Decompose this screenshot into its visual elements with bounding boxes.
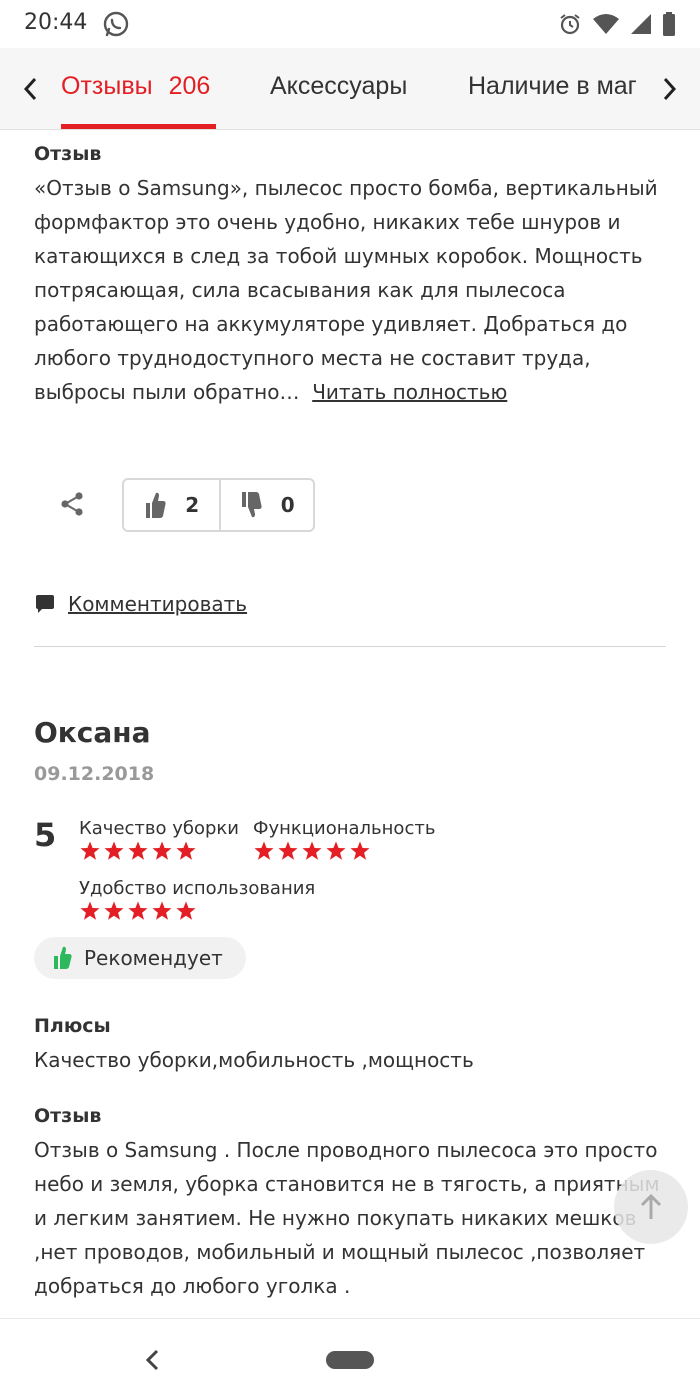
star-icon	[278, 841, 298, 860]
thumbs-down-icon	[241, 492, 262, 518]
read-more-link[interactable]: Читать полностью	[312, 380, 507, 404]
criterion-functionality: Функциональность	[253, 818, 435, 861]
scroll-to-top-button[interactable]	[614, 1170, 688, 1244]
star-icon	[176, 841, 196, 860]
star-rating	[79, 841, 239, 861]
criterion-label: Удобство использования	[79, 878, 316, 899]
star-icon	[128, 841, 148, 860]
dislike-button[interactable]: 0	[218, 480, 314, 530]
criterion-usability: Удобство использования	[79, 878, 315, 921]
review-label: Отзыв	[34, 1105, 102, 1127]
signal-icon	[631, 14, 651, 34]
status-time: 20:44	[24, 10, 88, 35]
review-label: Отзыв	[34, 143, 102, 165]
vote-box: 2 0	[122, 478, 315, 532]
like-count: 2	[185, 493, 200, 517]
star-icon	[254, 841, 274, 860]
overall-score: 5	[34, 816, 57, 854]
comment-icon	[36, 595, 54, 613]
alarm-icon	[560, 14, 580, 35]
star-rating	[253, 841, 435, 861]
review-divider	[34, 646, 666, 647]
criterion-label: Качество уборки	[79, 818, 240, 839]
active-tab-indicator	[61, 124, 216, 129]
status-bar: 20:44	[0, 0, 700, 48]
like-button[interactable]: 2	[124, 480, 219, 530]
comment-row[interactable]: Комментировать	[34, 592, 247, 616]
comment-link[interactable]: Комментировать	[68, 592, 247, 616]
tab-scroll-right-button[interactable]	[655, 74, 685, 104]
star-icon	[104, 901, 124, 920]
recommend-badge: Рекомендует	[34, 937, 246, 979]
star-icon	[80, 841, 100, 860]
tab-bar: Отзывы 206 Аксессуары Наличие в маг	[0, 48, 700, 130]
whatsapp-icon	[103, 11, 129, 37]
wifi-icon	[593, 14, 619, 34]
review-text: «Отзыв о Samsung», пылесос просто бомба,…	[34, 171, 674, 409]
star-icon	[302, 841, 322, 860]
criterion-label: Функциональность	[253, 818, 436, 839]
review-body: «Отзыв о Samsung», пылесос просто бомба,…	[34, 176, 658, 404]
tab-reviews[interactable]: Отзывы 206	[61, 72, 210, 101]
star-icon	[104, 841, 124, 860]
recommend-label: Рекомендует	[84, 946, 223, 970]
criterion-cleaning-quality: Качество уборки	[79, 818, 239, 861]
review-text: Отзыв о Samsung . После проводного пылес…	[34, 1138, 660, 1298]
chevron-left-icon	[23, 77, 37, 101]
back-icon[interactable]	[140, 1345, 166, 1375]
arrow-up-icon	[640, 1193, 662, 1219]
pros-label: Плюсы	[34, 1015, 111, 1037]
home-pill[interactable]	[326, 1351, 374, 1369]
review-author: Оксана	[34, 716, 151, 749]
battery-icon	[663, 12, 675, 36]
star-icon	[326, 841, 346, 860]
share-icon[interactable]	[58, 490, 86, 518]
star-icon	[128, 901, 148, 920]
star-icon	[176, 901, 196, 920]
star-icon	[152, 901, 172, 920]
dislike-count: 0	[280, 493, 295, 517]
chevron-right-icon	[663, 77, 677, 101]
review-date: 09.12.2018	[34, 763, 155, 785]
pros-text: Качество уборки,мобильность ,мощность	[34, 1048, 474, 1072]
status-icons	[558, 10, 676, 38]
star-icon	[350, 841, 370, 860]
tab-scroll-left-button[interactable]	[15, 74, 45, 104]
tab-accessories[interactable]: Аксессуары	[270, 72, 407, 101]
star-icon	[152, 841, 172, 860]
star-rating	[79, 901, 315, 921]
tab-reviews-label: Отзывы	[61, 72, 153, 100]
tab-store-availability[interactable]: Наличие в маг	[468, 72, 637, 101]
star-icon	[80, 901, 100, 920]
system-nav-bar	[0, 1318, 700, 1400]
tab-reviews-count: 206	[168, 72, 211, 100]
thumbs-up-icon	[54, 946, 72, 969]
thumbs-up-icon	[146, 492, 166, 518]
